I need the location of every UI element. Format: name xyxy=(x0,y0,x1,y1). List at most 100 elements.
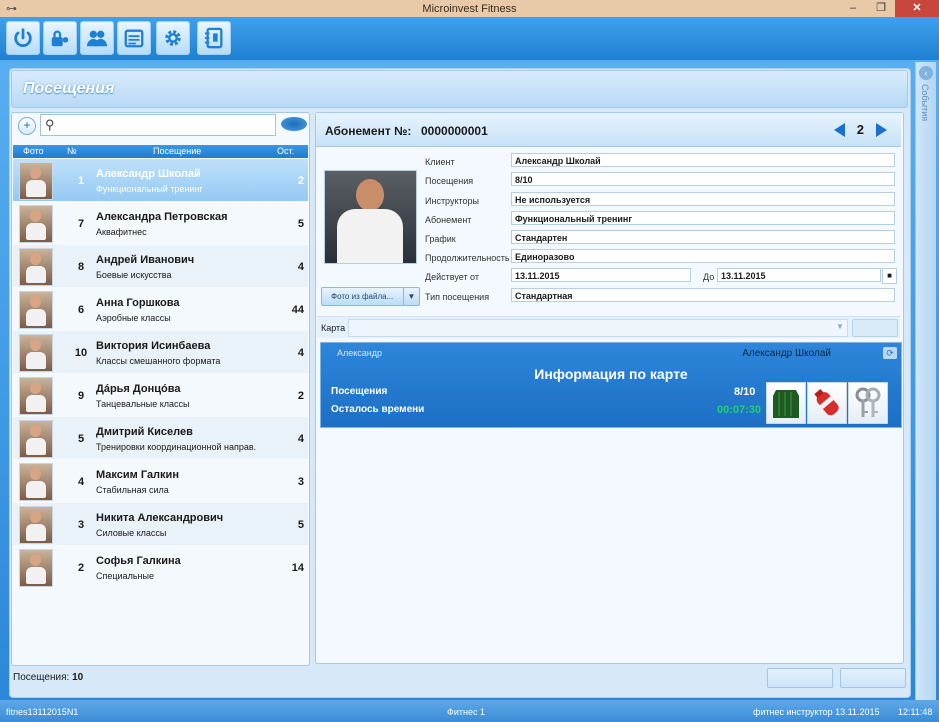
subscription-header: Абонемент №: 0000000001 2 xyxy=(316,113,901,147)
list-item[interactable]: 5 Дмитрий Киселев Тренировки координацио… xyxy=(13,417,308,459)
list-header: Фото № Посещение Ост. xyxy=(13,145,308,158)
search-input[interactable]: ⚲ xyxy=(40,114,276,136)
status-time: 12:11:48 xyxy=(898,707,933,717)
card-row: Карта ▼ xyxy=(317,316,900,338)
page-header: Посещения xyxy=(11,70,908,108)
list-item[interactable]: 10 Виктория Исинбаева Классы смешанного … xyxy=(13,331,308,373)
list-item[interactable]: 6 Анна Горшкова Аэробные классы 44 xyxy=(13,288,308,330)
towel-item xyxy=(766,382,806,424)
col-visit: Посещение xyxy=(153,146,202,156)
pager: 2 xyxy=(833,122,887,137)
cancel-button[interactable] xyxy=(840,668,906,688)
page-number: 2 xyxy=(856,122,864,137)
keys-icon xyxy=(855,387,881,417)
subscription-type-field[interactable]: Функциональный тренинг xyxy=(511,211,895,225)
list-item[interactable]: 3 Никита Александрович Силовые классы 5 xyxy=(13,503,308,545)
visit-type-field[interactable]: Стандартная xyxy=(511,288,895,302)
visits-label: Посещения xyxy=(425,176,474,186)
close-button[interactable]: ✕ xyxy=(895,0,939,17)
avatar xyxy=(19,205,53,243)
power-icon xyxy=(14,28,32,47)
visit-type-label: Тип посещения xyxy=(425,292,490,302)
avatar xyxy=(19,334,53,372)
schedule-field[interactable]: Стандартен xyxy=(511,230,895,244)
search-icon: ⚲ xyxy=(45,117,55,132)
status-bar: fitnes13112015N1 Фитнес 1 фитнес инструк… xyxy=(0,700,939,722)
avatar xyxy=(19,377,53,415)
avatar xyxy=(19,248,53,286)
app-icon: ⊶ xyxy=(6,3,17,15)
users-icon xyxy=(86,30,108,47)
card-info-panel: Александр Александр Школай ⟳ Информация … xyxy=(320,342,902,428)
subscription-number: 0000000001 xyxy=(421,124,488,138)
avatar xyxy=(19,420,53,458)
bottle-item xyxy=(807,382,847,424)
window-titlebar: ⊶ Microinvest Fitness – ❐ ✕ xyxy=(0,0,939,17)
next-arrow-icon[interactable] xyxy=(876,122,887,137)
card-remaining-value: 00:07:30 xyxy=(717,404,762,416)
schedule-label: График xyxy=(425,234,456,244)
collapse-events-icon[interactable]: ‹ xyxy=(919,66,933,80)
search-row: + ⚲ xyxy=(15,114,308,138)
maximize-button[interactable]: ❐ xyxy=(867,0,895,17)
card-remaining-label: Осталось времени xyxy=(331,404,425,415)
notebook-icon xyxy=(204,27,223,49)
avatar xyxy=(19,291,53,329)
add-button[interactable]: + xyxy=(18,117,36,135)
avatar xyxy=(19,463,53,501)
list-item[interactable]: 7 Александра Петровская Аквафитнес 5 xyxy=(13,202,308,244)
col-number: № xyxy=(67,146,77,156)
subscription-type-label: Абонемент xyxy=(425,215,472,225)
valid-to-field[interactable]: 13.11.2015 xyxy=(717,268,881,282)
status-database: fitnes13112015N1 xyxy=(6,707,79,717)
visits-field[interactable]: 8/10 xyxy=(511,172,895,186)
list-item[interactable]: 1 Александр Школай Функциональный тренин… xyxy=(13,159,308,201)
duration-field[interactable]: Единоразово xyxy=(511,249,895,263)
save-button[interactable] xyxy=(767,668,833,688)
photo-from-file-button[interactable]: Фото из файла... ▼ xyxy=(321,287,420,306)
card-action-button[interactable] xyxy=(852,319,898,337)
subscription-label: Абонемент №: xyxy=(325,124,412,138)
valid-from-field[interactable]: 13.11.2015 xyxy=(511,268,691,282)
main-toolbar xyxy=(0,17,939,61)
calendar-icon xyxy=(124,29,144,48)
minimize-button[interactable]: – xyxy=(839,0,867,17)
towel-icon xyxy=(773,390,799,418)
avatar xyxy=(19,506,53,544)
keys-item xyxy=(848,382,888,424)
col-remaining: Ост. xyxy=(277,146,295,156)
list-item[interactable]: 4 Максим Галкин Стабильная сила 3 xyxy=(13,460,308,502)
refresh-icon[interactable]: ⟳ xyxy=(883,347,897,359)
lock-user-icon xyxy=(51,30,69,47)
list-item[interactable]: 8 Андрей Иванович Боевые искусства 4 xyxy=(13,245,308,287)
avatar xyxy=(19,549,53,587)
reports-button[interactable] xyxy=(117,21,151,55)
card-info-title: Информация по карте xyxy=(534,366,688,382)
card-label: Карта xyxy=(321,323,346,333)
notebook-button[interactable] xyxy=(197,21,231,55)
lock-user-button[interactable] xyxy=(43,21,77,55)
page-title: Посещения xyxy=(23,80,115,97)
gear-icon xyxy=(165,30,181,46)
list-item[interactable]: 9 Дáрья Донцóва Танцевальные классы 2 xyxy=(13,374,308,416)
valid-to-label: До xyxy=(703,272,715,282)
view-icon[interactable] xyxy=(281,117,307,131)
card-input[interactable] xyxy=(348,319,848,337)
status-location: Фитнес 1 xyxy=(447,707,485,717)
list-item[interactable]: 2 Софья Галкина Специальные 14 xyxy=(13,546,308,588)
instructors-label: Инструкторы xyxy=(425,196,480,206)
calendar-icon[interactable]: ■ xyxy=(882,268,897,284)
avatar xyxy=(19,162,53,200)
dropdown-arrow-icon[interactable]: ▼ xyxy=(403,288,419,305)
power-button[interactable] xyxy=(6,21,40,55)
prev-arrow-icon[interactable] xyxy=(833,122,845,137)
clients-button[interactable] xyxy=(80,21,114,55)
instructors-field[interactable]: Не используется xyxy=(511,192,895,206)
settings-button[interactable] xyxy=(156,21,190,55)
events-side-panel[interactable]: ‹ События xyxy=(915,62,936,700)
card-visits-value: 8/10 xyxy=(734,386,756,398)
card-dropdown-icon[interactable]: ▼ xyxy=(834,319,846,335)
card-holder-full: Александр Школай xyxy=(742,348,831,359)
client-field[interactable]: Александр Школай xyxy=(511,153,895,167)
card-visits-label: Посещения xyxy=(331,386,388,397)
